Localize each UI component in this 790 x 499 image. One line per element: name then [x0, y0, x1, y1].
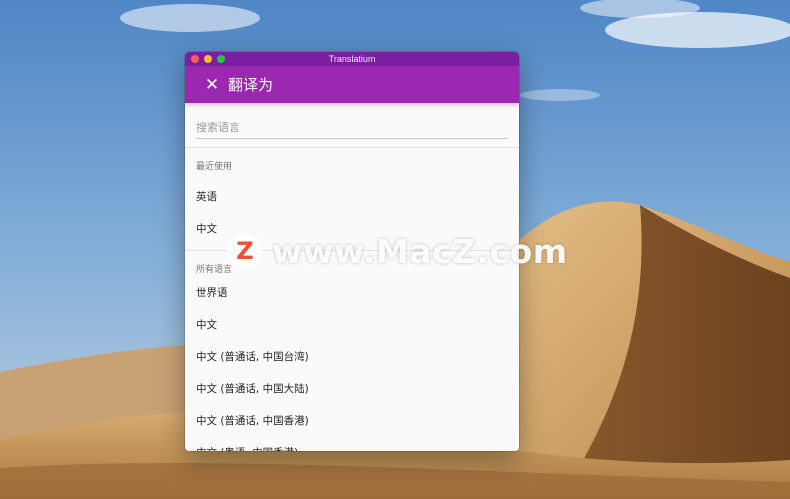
app-bar-title: 翻译为: [228, 76, 274, 94]
search-input[interactable]: [196, 119, 508, 139]
search-container: [185, 103, 519, 140]
close-button[interactable]: ✕: [201, 74, 223, 96]
window-title: Translatium: [328, 54, 376, 64]
language-item[interactable]: 中文 (普通话, 中国大陆): [185, 373, 519, 405]
language-item[interactable]: 中文 (普通话, 中国台湾): [185, 341, 519, 373]
watermark: Z www.MacZ.com: [228, 231, 568, 271]
language-item[interactable]: 英语: [185, 181, 519, 213]
app-bar: ✕ 翻译为: [185, 66, 519, 103]
language-item[interactable]: 中文 (粤语, 中国香港): [185, 437, 519, 451]
recent-section-header: 最近使用: [196, 162, 233, 172]
language-item[interactable]: 世界语: [185, 277, 519, 309]
language-item[interactable]: 中文 (普通话, 中国香港): [185, 405, 519, 437]
watermark-text: www.MacZ.com: [272, 231, 568, 271]
close-icon: ✕: [204, 74, 220, 95]
all-language-list: 世界语 中文 中文 (普通话, 中国台湾) 中文 (普通话, 中国大陆) 中文 …: [185, 277, 519, 451]
watermark-logo-icon: Z: [228, 234, 262, 268]
language-item[interactable]: 中文: [185, 309, 519, 341]
window-titlebar[interactable]: Translatium: [185, 52, 519, 66]
